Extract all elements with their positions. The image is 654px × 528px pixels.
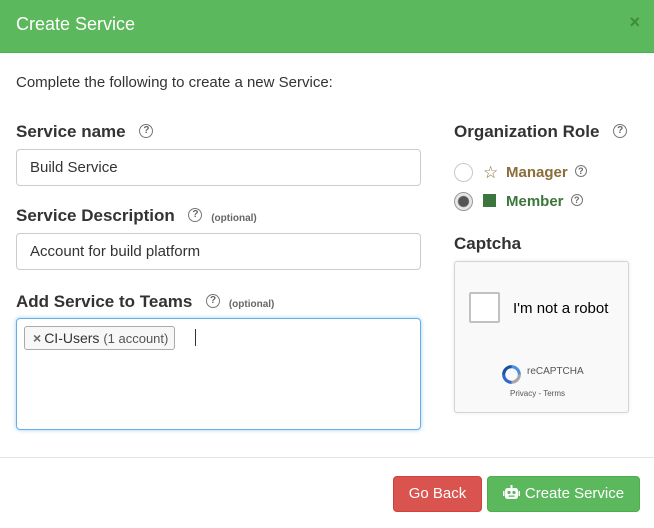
footer-divider	[0, 457, 654, 458]
service-description-input[interactable]: Account for build platform	[16, 233, 421, 270]
service-description-label: Service Description ? (optional)	[16, 206, 257, 225]
service-name-label: Service name ?	[16, 122, 154, 142]
recaptcha-logo-icon	[502, 365, 521, 384]
terms-link[interactable]: Terms	[543, 389, 565, 398]
teams-label: Add Service to Teams ? (optional)	[16, 292, 275, 311]
privacy-link[interactable]: Privacy	[510, 389, 536, 398]
service-name-input[interactable]: Build Service	[16, 149, 421, 186]
robot-icon	[502, 484, 520, 499]
captcha-text: I'm not a robot	[513, 300, 609, 317]
manager-radio[interactable]	[454, 163, 473, 182]
intro-text: Complete the following to create a new S…	[16, 74, 333, 91]
recaptcha-widget: I'm not a robot reCAPTCHA Privacy - Term…	[454, 261, 629, 413]
role-option-member[interactable]: Member ?	[454, 192, 624, 212]
recaptcha-brand: reCAPTCHA	[527, 366, 584, 377]
help-icon[interactable]: ?	[206, 293, 221, 308]
dialog-title: Create Service	[16, 14, 136, 34]
help-icon[interactable]: ?	[139, 123, 154, 138]
teams-input[interactable]: × CI-Users (1 account)	[16, 318, 421, 430]
square-icon	[483, 193, 497, 210]
close-icon[interactable]: ×	[629, 12, 640, 33]
organization-role-label: Organization Role ?	[454, 122, 628, 142]
dialog-header: Create Service ×	[0, 0, 654, 53]
captcha-links: Privacy - Terms	[510, 389, 565, 398]
optional-tag: (optional)	[228, 299, 275, 310]
optional-tag: (optional)	[211, 213, 257, 224]
go-back-button[interactable]: Go Back	[393, 476, 482, 512]
team-token-name: CI-Users	[44, 330, 100, 346]
create-service-label: Create Service	[524, 485, 625, 502]
help-icon[interactable]: ?	[570, 194, 583, 207]
star-outline-icon: ☆	[483, 163, 499, 182]
member-radio[interactable]	[454, 192, 473, 211]
text-cursor	[195, 329, 196, 346]
link-separator: -	[538, 389, 542, 398]
team-token-detail: (1 account)	[103, 331, 169, 346]
help-icon[interactable]: ?	[188, 207, 203, 222]
role-option-manager[interactable]: ☆ Manager ?	[454, 163, 624, 183]
captcha-checkbox[interactable]	[469, 292, 500, 323]
create-service-button[interactable]: Create Service	[487, 476, 640, 512]
help-icon[interactable]: ?	[574, 165, 587, 178]
member-label: Member ?	[506, 193, 583, 210]
remove-token-icon[interactable]: ×	[33, 330, 41, 346]
help-icon[interactable]: ?	[613, 123, 628, 138]
manager-label: Manager ?	[506, 164, 587, 181]
team-token[interactable]: × CI-Users (1 account)	[24, 326, 176, 350]
captcha-label: Captcha	[454, 234, 522, 253]
